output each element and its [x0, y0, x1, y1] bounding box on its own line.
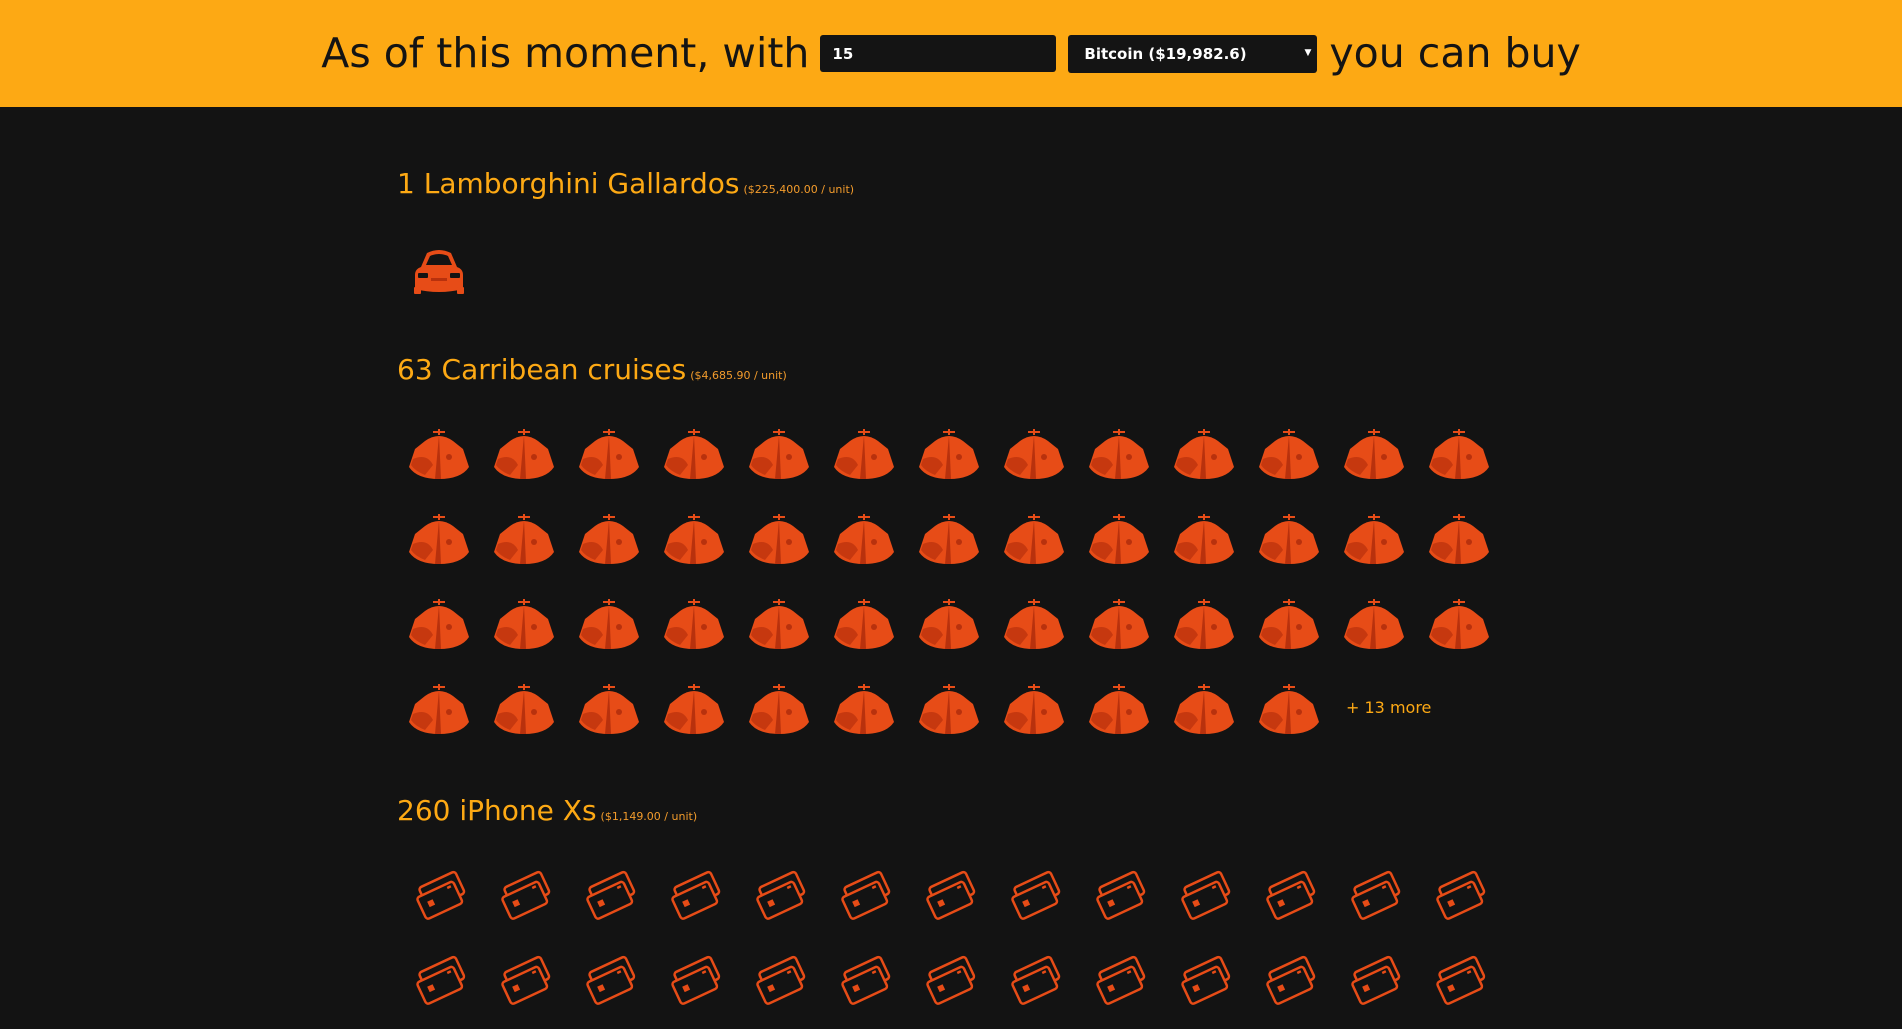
cruise-ship-icon — [1338, 593, 1410, 653]
more-items-link[interactable]: + 13 more — [1346, 698, 1431, 717]
phone-icon — [573, 949, 645, 1009]
unit-price: ($225,400.00 / unit) — [743, 183, 855, 196]
section-title: 260 iPhone Xs ($1,149.00 / unit) — [397, 794, 697, 827]
cruise-ship-icon — [488, 593, 560, 653]
cruise-ship-icon — [1168, 423, 1240, 483]
section-title-text: 63 Carribean cruises — [397, 353, 687, 386]
phone-icon — [828, 949, 900, 1009]
phone-icon — [743, 864, 815, 924]
phone-icon — [913, 864, 985, 924]
cruise-ship-icon — [1253, 678, 1325, 738]
cruise-ship-icon — [998, 508, 1070, 568]
cruise-ship-icon — [743, 508, 815, 568]
cruise-ship-icon — [403, 508, 475, 568]
cruise-ship-icon — [573, 508, 645, 568]
cruise-ship-icon — [913, 593, 985, 653]
cruise-ship-icon — [743, 593, 815, 653]
cruise-ship-icon — [658, 593, 730, 653]
phone-icon — [828, 864, 900, 924]
section-title: 63 Carribean cruises ($4,685.90 / unit) — [397, 353, 787, 386]
cruise-ship-icon — [828, 678, 900, 738]
cruise-ship-icon — [403, 678, 475, 738]
section-iphones: 260 iPhone Xs ($1,149.00 / unit) — [397, 794, 1486, 1005]
cruise-ship-icon — [488, 678, 560, 738]
cruise-ship-icon — [658, 678, 730, 738]
phone-icon — [998, 864, 1070, 924]
cruise-ship-icon — [1168, 678, 1240, 738]
section-cruises: 63 Carribean cruises($4,685.90 / unit) — [397, 353, 1489, 734]
phone-icon — [1253, 949, 1325, 1009]
cruise-ship-icon — [828, 593, 900, 653]
phone-icon — [488, 864, 560, 924]
phone-icon — [1253, 864, 1325, 924]
cruise-ship-icon — [743, 423, 815, 483]
phone-icon — [1338, 949, 1410, 1009]
cruise-ship-icon — [913, 508, 985, 568]
cruise-ship-icon — [998, 593, 1070, 653]
cruise-ship-icon — [913, 423, 985, 483]
cruise-ship-icon — [1083, 423, 1155, 483]
cruise-ship-icon — [1168, 593, 1240, 653]
cruise-ship-icon — [1423, 508, 1495, 568]
phone-icon — [403, 949, 475, 1009]
cruise-ship-icon — [658, 423, 730, 483]
phone-icon — [1423, 949, 1495, 1009]
section-title-text: 1 Lamborghini Gallardos — [397, 167, 740, 200]
unit-price: ($1,149.00 / unit) — [600, 810, 698, 823]
amount-input[interactable] — [820, 35, 1057, 72]
header-lead-text: As of this moment, with — [321, 29, 810, 77]
phone-icon — [573, 864, 645, 924]
section-lamborghini: 1 Lamborghini Gallardos ($225,400.00 / un… — [397, 167, 854, 294]
phone-icon — [1168, 949, 1240, 1009]
cruise-ship-icon — [1253, 593, 1325, 653]
cruise-ship-icon — [1423, 423, 1495, 483]
cruise-ship-icon — [998, 423, 1070, 483]
chevron-down-icon: ▼ — [1304, 47, 1312, 58]
phone-icon — [1083, 949, 1155, 1009]
currency-select-value: Bitcoin ($19,982.6) — [1084, 44, 1247, 63]
cruise-ship-icon — [828, 423, 900, 483]
phone-icon — [998, 949, 1070, 1009]
currency-select[interactable]: Bitcoin ($19,982.6) ▼ — [1068, 34, 1318, 73]
cruise-ship-icon — [1083, 508, 1155, 568]
cruise-ship-icon — [1083, 678, 1155, 738]
cruise-ship-icon — [1423, 593, 1495, 653]
phone-icon — [1168, 864, 1240, 924]
phone-icon — [658, 949, 730, 1009]
cruise-ship-icon — [658, 508, 730, 568]
phone-icon — [1423, 864, 1495, 924]
cruise-ship-icon — [828, 508, 900, 568]
section-title-text: 260 iPhone Xs — [397, 794, 597, 827]
car-icon — [403, 237, 475, 297]
phone-icon — [658, 864, 730, 924]
section-title: 1 Lamborghini Gallardos ($225,400.00 / un… — [397, 167, 854, 200]
cruise-ship-icon — [573, 678, 645, 738]
cruise-ship-icon — [913, 678, 985, 738]
phone-icon — [1338, 864, 1410, 924]
header-tail-text: you can buy — [1329, 29, 1581, 77]
cruise-ship-icon — [1253, 423, 1325, 483]
cruise-ship-icon — [488, 508, 560, 568]
cruise-ship-icon — [573, 423, 645, 483]
cruise-ship-icon — [573, 593, 645, 653]
cruise-ship-icon — [403, 423, 475, 483]
cruise-ship-icon — [743, 678, 815, 738]
phone-icon — [403, 864, 475, 924]
phone-icon — [743, 949, 815, 1009]
cruise-ship-icon — [1338, 508, 1410, 568]
phone-icon — [913, 949, 985, 1009]
cruise-ship-icon — [403, 593, 475, 653]
cruise-ship-icon — [998, 678, 1070, 738]
cruise-ship-icon — [1083, 593, 1155, 653]
cruise-ship-icon — [1338, 423, 1410, 483]
phone-icon — [488, 949, 560, 1009]
cruise-ship-icon — [1253, 508, 1325, 568]
phone-icon — [1083, 864, 1155, 924]
cruise-ship-icon — [1168, 508, 1240, 568]
header-bar: As of this moment, with Bitcoin ($19,982… — [0, 0, 1902, 107]
unit-price: ($4,685.90 / unit) — [690, 369, 787, 382]
cruise-ship-icon — [488, 423, 560, 483]
